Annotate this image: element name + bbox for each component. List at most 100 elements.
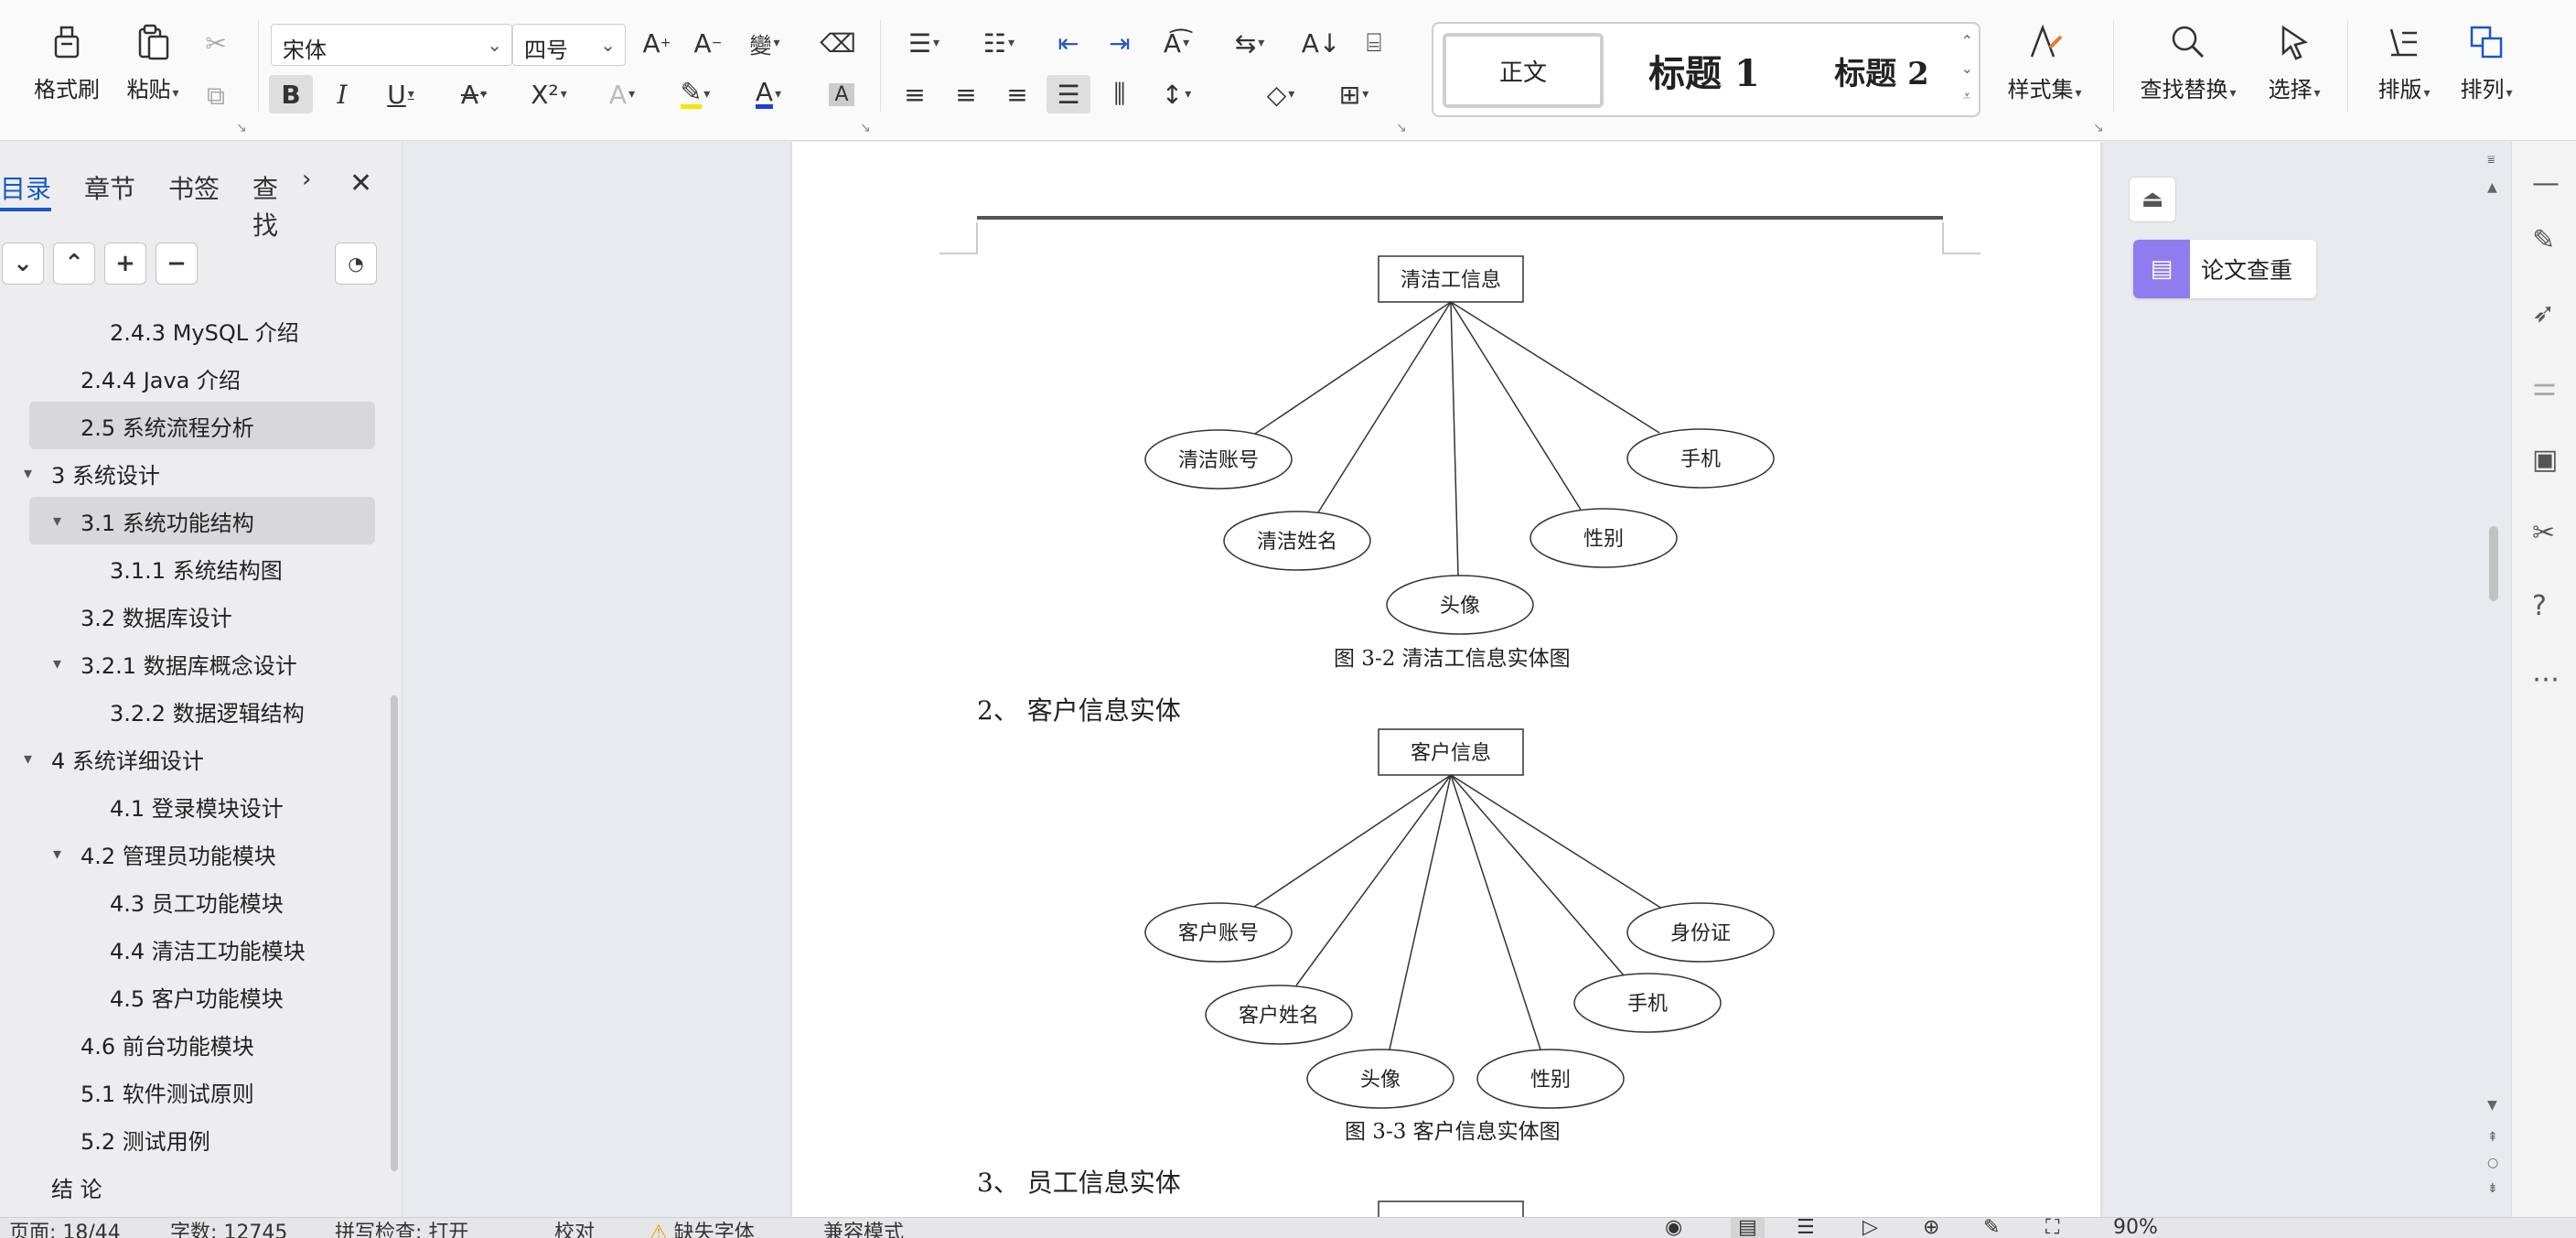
superscript-icon[interactable]: X² ▾ [527, 75, 571, 113]
toc-item[interactable]: 5.2 测试用例 [0, 1115, 393, 1163]
scroll-down-icon[interactable]: ▼ [2487, 1098, 2497, 1113]
toc-item[interactable]: 4.5 客户功能模块 [0, 973, 393, 1020]
font-color-icon[interactable]: A ▾ [746, 75, 790, 113]
gallery-scroll-controls[interactable]: ⌃ ⌄ ⩡ [1961, 27, 1973, 110]
scroll-thumb[interactable] [2489, 526, 2498, 601]
decrease-indent-icon[interactable]: ⇤ [1046, 24, 1090, 62]
split-handle-icon[interactable]: ⩸ [2487, 153, 2496, 167]
play-icon[interactable]: ▷ [1862, 1218, 1878, 1238]
clear-format-icon[interactable]: ⌫ [816, 24, 860, 62]
caret-down-icon[interactable]: ▾ [53, 845, 61, 864]
status-missing-font[interactable]: ⚠ 缺失字体 [649, 1218, 755, 1238]
italic-icon[interactable]: I [320, 75, 364, 113]
tools-icon[interactable]: ✂ [2532, 517, 2555, 549]
font-size-combo[interactable]: 四号 ⌄ [512, 24, 626, 66]
web-view-icon[interactable]: ⊕ [1923, 1218, 1939, 1238]
collapse-all-icon[interactable]: ⌄ [2, 242, 44, 285]
justify-icon[interactable]: ☰ [1046, 75, 1090, 113]
outline-view-icon[interactable]: ☰ [1797, 1218, 1815, 1238]
tab-find[interactable]: 查找 [252, 169, 298, 242]
line-spacing-icon[interactable]: ↕ ▾ [1154, 75, 1198, 113]
styles-dialog-launcher[interactable]: ↘ [2093, 121, 2104, 135]
phonetic-guide-icon[interactable]: 變 ▾ [743, 24, 787, 62]
cursor-arrow-icon[interactable]: ➶ [2532, 297, 2555, 329]
toc-item[interactable]: 2.4.4 Java 介绍 [0, 354, 393, 402]
strikethrough-icon[interactable]: A ▾ [452, 75, 496, 113]
toc-item[interactable]: ▾ 3.1 系统功能结构 [29, 497, 375, 544]
status-words[interactable]: 字数: 12745 [170, 1218, 287, 1238]
font-dialog-launcher[interactable]: ↘ [860, 121, 871, 135]
toc-item[interactable]: ▾ 4 系统详细设计 [0, 735, 393, 782]
toc-item[interactable]: 4.1 登录模块设计 [0, 782, 393, 830]
tab-bookmarks[interactable]: 书签 [168, 169, 220, 206]
font-name-combo[interactable]: 宋体 ⌄ [271, 24, 512, 66]
status-spell-check[interactable]: 拼写检查: 打开 [335, 1218, 468, 1238]
convert-icon[interactable]: ⇆ ▾ [1228, 24, 1272, 62]
close-icon[interactable]: ✕ [349, 167, 372, 199]
chevron-right-icon[interactable]: › [302, 166, 311, 193]
bullet-list-icon[interactable]: ☰ ▾ [902, 24, 946, 62]
format-painter-button[interactable]: 格式刷 [27, 20, 106, 103]
style-set-button[interactable]: 样式集 ▾ [1994, 20, 2095, 103]
find-replace-button[interactable]: 查找替换 ▾ [2130, 20, 2247, 103]
align-left-icon[interactable]: ≡ [893, 75, 937, 113]
scroll-up-icon[interactable]: ▲ [2487, 180, 2497, 195]
tab-toc[interactable]: 目录 [0, 169, 51, 206]
distribute-icon[interactable]: ⫼ [1098, 75, 1142, 113]
align-center-icon[interactable]: ≡ [944, 75, 988, 113]
toc-item[interactable]: 3.1.1 系统结构图 [0, 544, 393, 592]
zoom-level[interactable]: 90% [2113, 1218, 2158, 1238]
align-right-icon[interactable]: ≡ [995, 75, 1039, 113]
remove-heading-icon[interactable]: − [156, 242, 198, 285]
layout-button[interactable]: 排版 ▾ [2369, 20, 2439, 103]
add-heading-icon[interactable]: + [104, 242, 146, 285]
vertical-scrollbar[interactable]: ⩸ ▲ ▼ ⇞ ○ ⇟ [2484, 142, 2506, 1217]
borders-icon[interactable]: ⊞ ▾ [1332, 75, 1376, 113]
text-direction-icon[interactable]: A͡ ▾ [1154, 24, 1198, 62]
eye-icon[interactable]: ◉ [1665, 1218, 1682, 1238]
cut-icon[interactable]: ✂ [194, 24, 238, 62]
toc-item[interactable]: 4.3 员工功能模块 [0, 877, 393, 925]
toc-item[interactable]: 2.4.3 MySQL 介绍 [0, 307, 393, 354]
clipboard-dialog-launcher[interactable]: ↘ [236, 121, 247, 135]
status-proofread[interactable]: 校对 [554, 1218, 595, 1238]
text-effect-icon[interactable]: A ▾ [600, 75, 644, 113]
sort-icon[interactable]: A↓ [1299, 24, 1343, 62]
collapse-panel-icon[interactable]: ⏏ [2129, 177, 2176, 222]
show-marks-icon[interactable]: ⌸ [1352, 24, 1396, 62]
paper-check-button[interactable]: ▤ 论文查重 [2133, 240, 2316, 298]
fit-page-icon[interactable]: ⛶ [2045, 1218, 2059, 1238]
nav-scrollbar[interactable] [391, 695, 398, 1171]
status-page[interactable]: 页面: 18/44 [9, 1218, 121, 1238]
previous-page-icon[interactable]: ⇞ [2487, 1130, 2498, 1145]
underline-icon[interactable]: U ▾ [379, 75, 423, 113]
toc-item[interactable]: 结 论 [0, 1163, 393, 1211]
style-normal[interactable]: 正文 [1443, 33, 1604, 108]
page-view-icon[interactable]: ▤ [1731, 1218, 1765, 1238]
pen-icon[interactable]: ✎ [1983, 1218, 2000, 1238]
select-button[interactable]: 选择 ▾ [2259, 20, 2329, 103]
chevron-up-icon[interactable]: ⌃ [53, 242, 95, 285]
toc-item[interactable]: 3.2 数据库设计 [0, 592, 393, 640]
paragraph-dialog-launcher[interactable]: ↘ [1396, 121, 1407, 135]
nav-settings-icon[interactable]: ◔ [335, 242, 377, 285]
sliders-icon[interactable]: ⚌ [2532, 371, 2557, 403]
highlight-icon[interactable]: ✎ ▾ [673, 75, 717, 113]
caret-down-icon[interactable]: ▾ [53, 654, 61, 673]
help-icon[interactable]: ? [2532, 590, 2547, 622]
caret-down-icon[interactable]: ▾ [24, 464, 32, 483]
tab-chapters[interactable]: 章节 [84, 169, 135, 206]
toc-item[interactable]: ▾ 3.2.1 数据库概念设计 [0, 640, 393, 687]
numbered-list-icon[interactable]: ☷ ▾ [977, 24, 1021, 62]
shrink-font-icon[interactable]: A − [686, 24, 730, 62]
shading-icon[interactable]: ◇ ▾ [1259, 75, 1303, 113]
caret-down-icon[interactable]: ▾ [53, 511, 61, 531]
toc-item[interactable]: ▾ 4.2 管理员功能模块 [0, 830, 393, 877]
style-heading1[interactable]: 标题 1 [1613, 33, 1796, 108]
toc-item[interactable]: 4.6 前台功能模块 [0, 1020, 393, 1068]
caret-down-icon[interactable]: ▾ [24, 749, 32, 769]
browse-object-icon[interactable]: ○ [2487, 1156, 2498, 1170]
more-icon[interactable]: ⋯ [2532, 663, 2560, 695]
style-heading2[interactable]: 标题 2 [1799, 33, 1964, 108]
pen-icon[interactable]: ✎ [2532, 224, 2555, 256]
